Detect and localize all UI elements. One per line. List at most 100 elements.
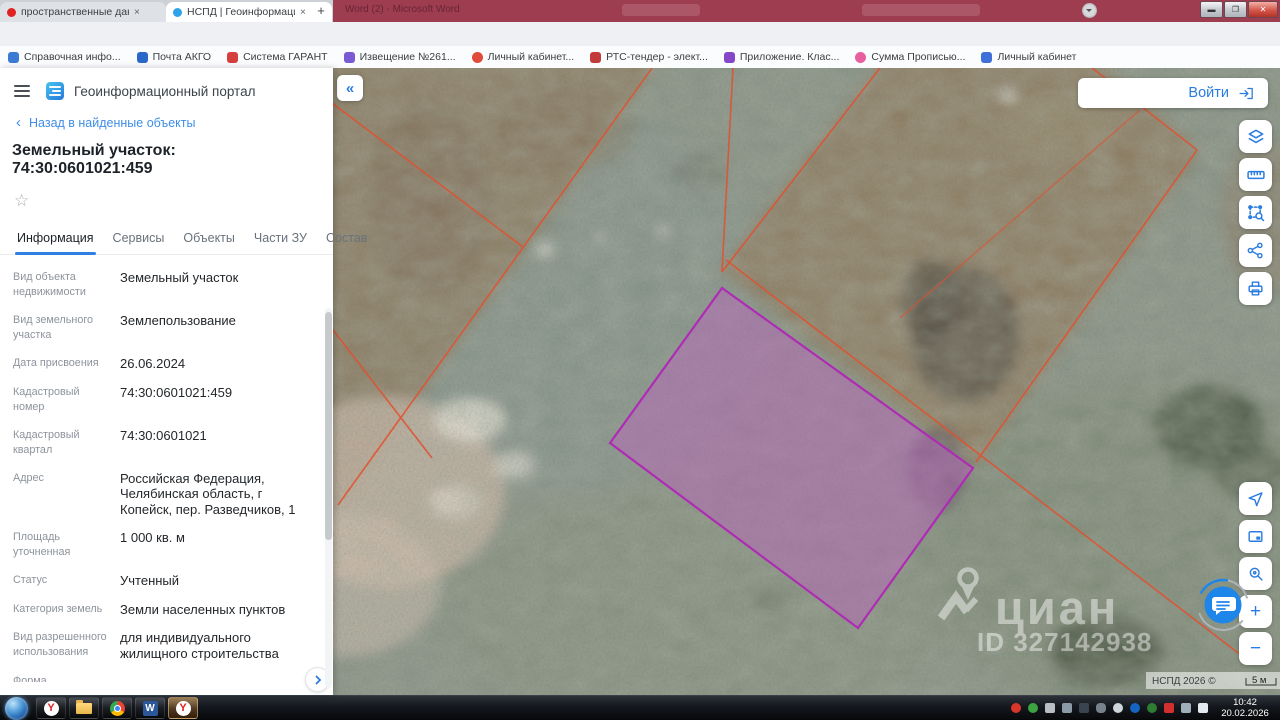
scrollbar-thumb[interactable] — [325, 312, 332, 540]
attribute-label: Вид объекта недвижимости — [13, 270, 110, 300]
restore-button[interactable]: ❐ — [1224, 1, 1247, 18]
attribute-value: – — [120, 674, 317, 682]
attribute-value: 26.06.2024 — [120, 356, 317, 372]
new-tab-button[interactable]: + — [314, 4, 328, 18]
taskbar-word[interactable]: W — [135, 697, 165, 719]
taskbar-clock[interactable]: 10:42 20.02.2026 — [1216, 697, 1274, 719]
bookmark-item[interactable]: Извещение №261... — [344, 51, 456, 63]
polygon-select-button[interactable] — [1239, 196, 1272, 229]
minimap-icon — [1246, 527, 1265, 546]
portal-title: Геоинформационный портал — [74, 84, 255, 99]
tray-icon[interactable] — [1028, 703, 1038, 713]
panel-tab[interactable]: Сервисы — [113, 231, 165, 254]
bookmark-favicon — [590, 52, 601, 63]
bookmark-favicon — [137, 52, 148, 63]
tray-icon[interactable] — [1045, 703, 1055, 713]
bookmark-label: Личный кабинет... — [488, 51, 575, 63]
panel-scrollbar[interactable] — [325, 308, 332, 688]
bookmark-label: Приложение. Клас... — [740, 51, 840, 63]
panel-tab[interactable]: Объекты — [183, 231, 235, 254]
bookmark-label: Извещение №261... — [360, 51, 456, 63]
taskbar-chrome[interactable] — [102, 697, 132, 719]
tray-icon[interactable] — [1011, 703, 1021, 713]
panel-tab[interactable]: Информация — [17, 231, 94, 254]
chevron-down-icon[interactable] — [1082, 3, 1097, 18]
attribute-row: Категория земель Земли населенных пункто… — [0, 602, 333, 618]
layers-icon — [1246, 127, 1266, 147]
bookmark-favicon — [8, 52, 19, 63]
share-button[interactable] — [1239, 234, 1272, 267]
bookmark-item[interactable]: Сумма Прописью... — [855, 51, 965, 63]
clock-time: 10:42 — [1216, 697, 1274, 708]
bookmarks-bar: Справочная инфо... Почта АКГО Система ГА… — [0, 46, 1280, 69]
chevron-left-icon: ‹ — [16, 117, 21, 129]
tray-icon[interactable] — [1147, 703, 1157, 713]
attribute-label: Адрес — [13, 471, 110, 518]
attribute-value: Землепользование — [120, 313, 317, 343]
attribute-label: Категория земель — [13, 602, 110, 618]
attribute-label: Кадастровый квартал — [13, 428, 110, 458]
tray-icon[interactable] — [1113, 703, 1123, 713]
tab-close-icon[interactable]: × — [300, 7, 306, 18]
background-window-title: Word (2) - Microsoft Word — [345, 4, 460, 15]
minimize-button[interactable]: ▬ — [1200, 1, 1223, 18]
bookmark-favicon — [855, 52, 866, 63]
word-toolbar-smudge — [862, 4, 980, 16]
watermark-id: ID 327142938 — [977, 627, 1152, 657]
tray-icon[interactable] — [1062, 703, 1072, 713]
bookmark-item[interactable]: Личный кабинет... — [472, 51, 575, 63]
bookmark-item[interactable]: Приложение. Клас... — [724, 51, 840, 63]
attribute-value: 74:30:0601021:459 — [120, 385, 317, 415]
measure-button[interactable] — [1239, 158, 1272, 191]
bookmark-item[interactable]: Система ГАРАНТ — [227, 51, 328, 63]
attribute-row: Форма собственности – — [0, 674, 333, 682]
print-icon — [1246, 279, 1265, 298]
system-tray — [1011, 703, 1208, 713]
back-link[interactable]: ‹ Назад в найденные объекты — [0, 100, 333, 130]
zoom-out-button[interactable]: − — [1239, 632, 1272, 665]
bookmark-label: Система ГАРАНТ — [243, 51, 328, 63]
taskbar-file-explorer[interactable] — [69, 697, 99, 719]
attribute-value: 74:30:0601021 — [120, 428, 317, 458]
geolocate-button[interactable] — [1239, 482, 1272, 515]
attribute-value: Земельный участок — [120, 270, 317, 300]
bookmark-item[interactable]: РТС-тендер - элект... — [590, 51, 708, 63]
collapse-panel-button[interactable]: « — [337, 75, 363, 101]
start-button[interactable] — [5, 697, 28, 720]
tray-icon[interactable] — [1130, 703, 1140, 713]
login-icon — [1238, 85, 1255, 102]
bookmark-item[interactable]: Личный кабинет — [981, 51, 1076, 63]
bookmark-item[interactable]: Почта АКГО — [137, 51, 211, 63]
favorite-star-icon[interactable]: ☆ — [14, 190, 36, 212]
attribute-value: Российская Федерация, Челябинская област… — [120, 471, 317, 518]
attribution-text: НСПД 2026 © — [1152, 676, 1216, 687]
browser-tab-2[interactable]: НСПД | Геоинформационный п × — [166, 2, 332, 22]
close-button[interactable]: ✕ — [1248, 1, 1278, 18]
print-button[interactable] — [1239, 272, 1272, 305]
share-icon — [1246, 241, 1265, 260]
layers-button[interactable] — [1239, 120, 1272, 153]
bookmark-item[interactable]: Справочная инфо... — [8, 51, 121, 63]
bookmark-label: РТС-тендер - элект... — [606, 51, 708, 63]
panel-tab[interactable]: Части ЗУ — [254, 231, 307, 254]
tray-icon[interactable] — [1079, 703, 1089, 713]
tab-close-icon[interactable]: × — [134, 7, 140, 18]
tab-favicon — [173, 8, 182, 17]
bookmark-label: Справочная инфо... — [24, 51, 121, 63]
tray-icon[interactable] — [1181, 703, 1191, 713]
tray-icon[interactable] — [1164, 703, 1174, 713]
tray-icon[interactable] — [1198, 703, 1208, 713]
panel-tab[interactable]: Состав — [326, 231, 367, 254]
clock-date: 20.02.2026 — [1216, 708, 1274, 719]
tray-icon[interactable] — [1096, 703, 1106, 713]
taskbar-yandex-browser[interactable]: Y — [36, 697, 66, 719]
menu-hamburger-icon[interactable] — [14, 85, 30, 97]
nspd-logo-icon[interactable] — [46, 82, 64, 100]
login-button[interactable]: Войти — [1078, 78, 1268, 108]
browser-tab-1[interactable]: пространственные данные рос × — [0, 2, 166, 22]
map-canvas[interactable]: циан ID 327142938 НСПД 2026 © 5 м « Войт… — [333, 68, 1280, 695]
overview-map-button[interactable] — [1239, 520, 1272, 553]
chat-widget-button[interactable] — [1195, 577, 1251, 633]
ruler-icon — [1246, 165, 1266, 185]
taskbar-yandex-active[interactable]: Y — [168, 697, 198, 719]
